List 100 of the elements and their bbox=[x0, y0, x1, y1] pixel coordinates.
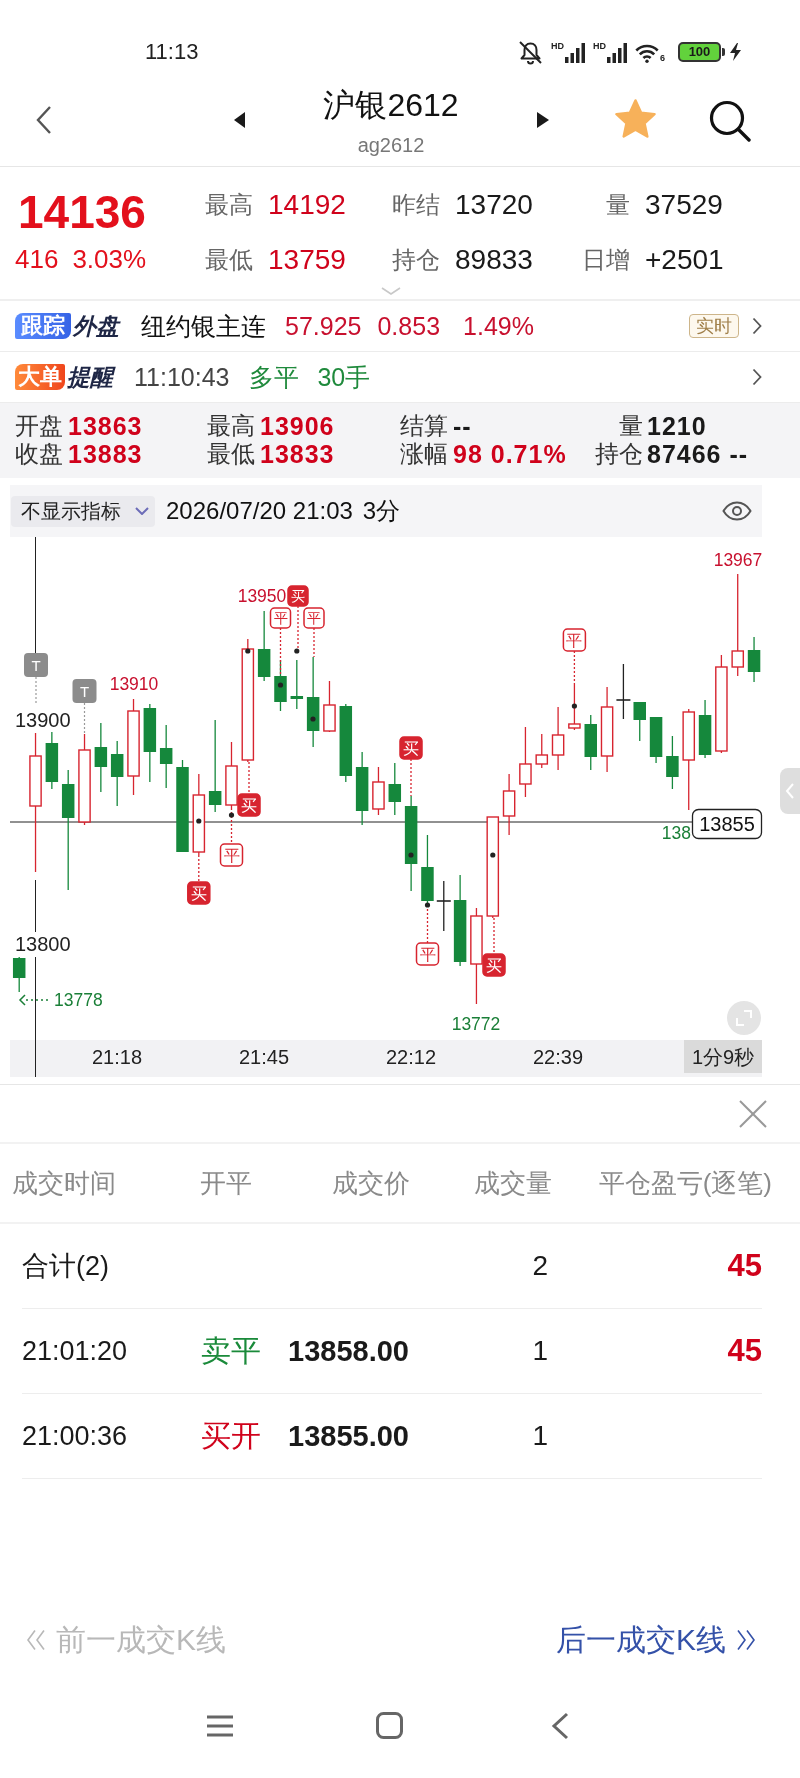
dot-icon bbox=[408, 852, 414, 858]
caret-down-icon bbox=[135, 507, 149, 515]
leader-line bbox=[83, 702, 86, 734]
info-label: 开盘 bbox=[15, 414, 63, 438]
candle bbox=[372, 766, 385, 816]
table-cell-text: 2 bbox=[531, 1250, 549, 1282]
dot-icon bbox=[294, 648, 300, 654]
candle bbox=[502, 773, 516, 836]
dot-icon bbox=[228, 812, 235, 818]
dot-icon bbox=[196, 818, 202, 824]
candle bbox=[568, 683, 581, 731]
candle bbox=[94, 722, 108, 793]
close-icon[interactable] bbox=[739, 1099, 767, 1128]
signal-icon bbox=[565, 43, 585, 63]
candle bbox=[45, 731, 59, 790]
price-label: 13910 bbox=[109, 674, 159, 694]
page-title: 沪银2612 bbox=[322, 86, 460, 124]
table-cell-text: 合计(2) bbox=[22, 1250, 110, 1283]
info-label: 收盘 bbox=[15, 442, 63, 466]
home-icon[interactable] bbox=[376, 1712, 403, 1739]
candle bbox=[698, 699, 712, 759]
bell-off-icon bbox=[518, 39, 543, 65]
leader-line bbox=[493, 917, 495, 955]
trade-marker: 平 bbox=[269, 607, 292, 629]
trade-marker: 买 bbox=[237, 793, 261, 817]
price-label: 138 bbox=[661, 823, 691, 843]
chevron-right-icon[interactable] bbox=[752, 317, 762, 335]
price-change: 416 bbox=[15, 244, 59, 275]
info-value: 13833 bbox=[260, 442, 335, 466]
leader-line bbox=[230, 807, 233, 845]
candle bbox=[666, 735, 679, 790]
double-chevron-right-icon bbox=[736, 1629, 756, 1651]
indicator-dropdown[interactable]: 不显示指标 bbox=[11, 495, 155, 527]
chart-datetime: 2026/07/20 21:03 bbox=[166, 497, 353, 525]
next-kline-button[interactable]: 后一成交K线 bbox=[556, 1622, 756, 1658]
candle bbox=[649, 716, 663, 764]
axis-label: 13800 bbox=[15, 933, 71, 955]
chart-period: 3分 bbox=[362, 496, 401, 526]
stat-value: 13720 bbox=[455, 188, 533, 221]
leader-line bbox=[410, 758, 412, 797]
drawer-handle[interactable] bbox=[780, 768, 800, 814]
info-label: 涨幅 bbox=[400, 442, 448, 466]
leader-line bbox=[35, 676, 37, 706]
table-cell-text: 1 bbox=[531, 1420, 549, 1452]
caret-left-icon[interactable] bbox=[234, 112, 245, 128]
candle bbox=[290, 659, 304, 710]
stat-value: 37529 bbox=[645, 188, 723, 221]
candle bbox=[225, 741, 238, 809]
flag-marker: T bbox=[24, 653, 48, 677]
percent-change: 3.03% bbox=[72, 244, 147, 275]
chevron-right-icon[interactable] bbox=[752, 368, 762, 386]
instrument-name: 纽约银主连 bbox=[141, 310, 266, 342]
caret-right-icon[interactable] bbox=[537, 112, 549, 128]
back-icon[interactable] bbox=[35, 105, 52, 135]
time-label: 21:18 bbox=[91, 1046, 143, 1068]
column-header: 成交时间 bbox=[11, 1166, 117, 1200]
table-cell-text: 卖平 bbox=[200, 1332, 262, 1369]
leader-line bbox=[279, 627, 282, 677]
leader-line bbox=[313, 627, 315, 658]
candle bbox=[535, 733, 549, 769]
alert-action: 多平 bbox=[249, 361, 300, 393]
candle bbox=[747, 636, 761, 683]
contract-code: ag2612 bbox=[356, 133, 426, 157]
info-label: 量 bbox=[618, 414, 643, 438]
trade-marker: 买 bbox=[287, 585, 309, 607]
double-chevron-left-icon bbox=[26, 1629, 46, 1651]
trade-marker: 买 bbox=[187, 881, 211, 905]
dot-icon bbox=[424, 902, 431, 908]
info-label: 持仓 bbox=[594, 442, 643, 466]
search-icon[interactable] bbox=[709, 100, 751, 142]
alert-time: 11:10:43 bbox=[134, 362, 230, 392]
price-label: 13950 bbox=[237, 586, 287, 606]
star-icon[interactable] bbox=[614, 99, 657, 140]
quote-value: 57.925 bbox=[285, 311, 362, 341]
alert-badge: 大单 bbox=[15, 364, 65, 390]
table-cell-text: 1 bbox=[531, 1335, 549, 1367]
leader-line bbox=[573, 650, 576, 685]
quote-value: 1.49% bbox=[463, 311, 534, 341]
price-label: 13772 bbox=[451, 1014, 501, 1034]
tracking-badge: 跟踪 bbox=[15, 313, 71, 339]
candle bbox=[110, 740, 124, 807]
back-icon[interactable] bbox=[551, 1712, 569, 1740]
stat-label: 持仓 bbox=[392, 244, 440, 275]
stat-label: 最高 bbox=[205, 189, 253, 220]
realtime-tag: 实时 bbox=[689, 314, 739, 338]
info-value: -- bbox=[453, 414, 472, 438]
menu-icon[interactable] bbox=[207, 1715, 233, 1737]
info-value: 98 0.71% bbox=[453, 442, 567, 466]
table-cell-text: 21:01:20 bbox=[22, 1335, 129, 1367]
stat-value: 13759 bbox=[268, 243, 346, 276]
battery-indicator: 100 bbox=[678, 42, 725, 62]
table-cell-text: 13855.00 bbox=[287, 1419, 410, 1453]
time-label: 22:12 bbox=[385, 1046, 437, 1068]
eye-icon[interactable] bbox=[722, 501, 752, 521]
leader-line bbox=[198, 854, 200, 883]
wifi-label: 6 bbox=[660, 53, 665, 63]
candle bbox=[159, 724, 173, 789]
info-label: 结算 bbox=[400, 414, 448, 438]
table-cell-text: 买开 bbox=[200, 1417, 262, 1454]
trade-marker: 平 bbox=[303, 607, 325, 629]
